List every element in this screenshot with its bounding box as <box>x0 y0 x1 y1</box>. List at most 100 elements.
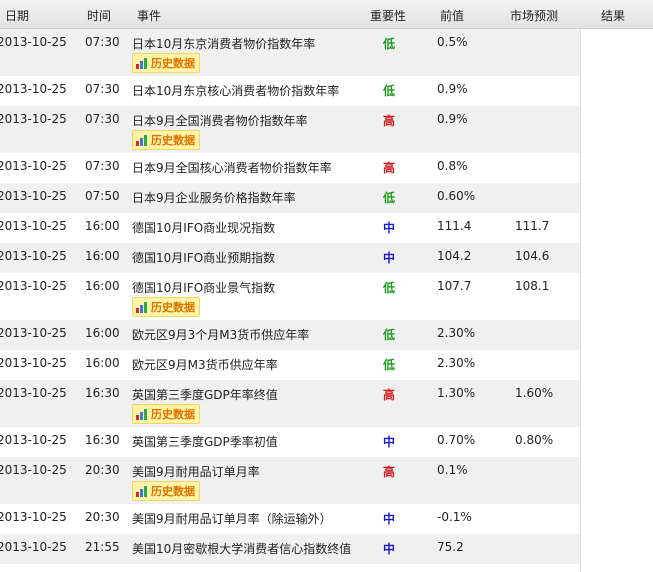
header-result: 结果 <box>601 9 626 23</box>
header-date: 日期 <box>5 9 30 23</box>
row-importance: 高 <box>383 465 396 479</box>
bar-chart-icon <box>136 485 147 497</box>
row-event: 德国10月IFO商业景气指数 <box>132 281 276 295</box>
row-time: 16:00 <box>85 219 120 233</box>
row-forecast: 108.1 <box>515 279 550 293</box>
row-event: 日本9月企业服务价格指数年率 <box>132 191 296 205</box>
header-time: 时间 <box>87 9 112 23</box>
row-forecast: 1.60% <box>515 386 554 400</box>
row-previous: 0.9% <box>437 82 468 96</box>
row-date: 2013-10-25 <box>0 540 67 554</box>
row-previous: 0.5% <box>437 35 468 49</box>
history-data-label: 历史数据 <box>151 134 195 147</box>
row-previous: 0.8% <box>437 159 468 173</box>
row-previous: 75.2 <box>437 540 464 554</box>
row-importance: 低 <box>383 328 396 342</box>
table-row: 2013-10-25 16:00 欧元区9月3个月M3货币供应年率 低 2.30% <box>0 320 653 350</box>
row-importance: 高 <box>383 161 396 175</box>
history-data-label: 历史数据 <box>151 485 195 498</box>
table-body: 2013-10-25 07:30 日本10月东京消费者物价指数年率低 0.5% 历史数据… <box>0 29 653 564</box>
row-previous: 0.9% <box>437 112 468 126</box>
history-data-button[interactable]: 历史数据 <box>132 404 200 424</box>
row-previous: 1.30% <box>437 386 476 400</box>
row-importance: 低 <box>383 281 396 295</box>
row-forecast: 104.6 <box>515 249 550 263</box>
row-date: 2013-10-25 <box>0 463 67 477</box>
row-importance: 低 <box>383 37 396 51</box>
row-time: 07:30 <box>85 159 120 173</box>
row-event: 美国9月耐用品订单月率 <box>132 465 260 479</box>
table-header: 日期 时间 事件 重要性 前值 市场预测 结果 <box>0 0 653 29</box>
table-row: 2013-10-25 16:30 英国第三季度GDP年率终值 高 1.30% 1.60% 历… <box>0 380 653 427</box>
row-time: 20:30 <box>85 463 120 477</box>
history-data-button[interactable]: 历史数据 <box>132 130 200 150</box>
row-event: 英国第三季度GDP年率终值 <box>132 388 278 402</box>
row-date: 2013-10-25 <box>0 356 67 370</box>
row-time: 16:00 <box>85 326 120 340</box>
row-time: 07:30 <box>85 35 120 49</box>
table-row: 2013-10-25 16:00 德国10月IFO商业现况指数 中 111.4 111.7 <box>0 213 653 243</box>
row-forecast: 111.7 <box>515 219 550 233</box>
row-time: 16:00 <box>85 279 120 293</box>
row-date: 2013-10-25 <box>0 386 67 400</box>
history-data-button[interactable]: 历史数据 <box>132 481 200 501</box>
column-divider <box>580 29 581 572</box>
row-time: 16:30 <box>85 433 120 447</box>
row-time: 07:50 <box>85 189 120 203</box>
bar-chart-icon <box>136 408 147 420</box>
row-date: 2013-10-25 <box>0 219 67 233</box>
header-importance: 重要性 <box>370 9 407 23</box>
row-time: 07:30 <box>85 112 120 126</box>
row-event: 德国10月IFO商业现况指数 <box>132 221 276 235</box>
table-row: 2013-10-25 16:00 欧元区9月M3货币供应年率 低 2.30% <box>0 350 653 380</box>
row-forecast: 0.80% <box>515 433 554 447</box>
row-time: 07:30 <box>85 82 120 96</box>
row-importance: 低 <box>383 191 396 205</box>
row-date: 2013-10-25 <box>0 279 67 293</box>
economic-calendar: 日期 时间 事件 重要性 前值 市场预测 结果 2013-10-25 07:30 日… <box>0 0 653 572</box>
table-row: 2013-10-25 16:00 德国10月IFO商业预期指数 中 104.2 104.6 <box>0 243 653 273</box>
bar-chart-icon <box>136 134 147 146</box>
table-row: 2013-10-25 07:50 日本9月企业服务价格指数年率 低 0.60% <box>0 183 653 213</box>
row-event: 德国10月IFO商业预期指数 <box>132 251 276 265</box>
history-data-label: 历史数据 <box>151 57 195 70</box>
row-event: 日本10月东京核心消费者物价指数年率 <box>132 84 340 98</box>
history-data-button[interactable]: 历史数据 <box>132 53 200 73</box>
table-row: 2013-10-25 16:30 英国第三季度GDP季率初值 中 0.70% 0.80% <box>0 427 653 457</box>
table-row: 2013-10-25 07:30 日本9月全国消费者物价指数年率 高 0.9% 历史数据 <box>0 106 653 153</box>
row-event: 英国第三季度GDP季率初值 <box>132 435 278 449</box>
table-row: 2013-10-25 16:00 德国10月IFO商业景气指数 低 107.7 108.1… <box>0 273 653 320</box>
row-previous: 104.2 <box>437 249 472 263</box>
table-row: 2013-10-25 07:30 日本10月东京消费者物价指数年率 低 0.5% 历史数据 <box>0 29 653 76</box>
row-previous: -0.1% <box>437 510 472 524</box>
history-data-label: 历史数据 <box>151 301 195 314</box>
row-previous: 0.1% <box>437 463 468 477</box>
row-date: 2013-10-25 <box>0 510 67 524</box>
row-event: 日本10月东京消费者物价指数年率 <box>132 37 316 51</box>
header-event: 事件 <box>137 9 162 23</box>
row-date: 2013-10-25 <box>0 112 67 126</box>
table-row: 2013-10-25 20:30 美国9月耐用品订单月率（除运输外） 中 -0.1% <box>0 504 653 534</box>
bar-chart-icon <box>136 57 147 69</box>
row-importance: 高 <box>383 388 396 402</box>
row-time: 16:00 <box>85 249 120 263</box>
row-importance: 中 <box>383 512 396 526</box>
row-event: 日本9月全国核心消费者物价指数年率 <box>132 161 332 175</box>
row-importance: 低 <box>383 84 396 98</box>
history-data-button[interactable]: 历史数据 <box>132 297 200 317</box>
row-previous: 107.7 <box>437 279 472 293</box>
row-date: 2013-10-25 <box>0 159 67 173</box>
row-previous: 111.4 <box>437 219 472 233</box>
row-date: 2013-10-25 <box>0 326 67 340</box>
row-importance: 中 <box>383 542 396 556</box>
row-date: 2013-10-25 <box>0 82 67 96</box>
row-time: 21:55 <box>85 540 120 554</box>
row-event: 欧元区9月3个月M3货币供应年率 <box>132 328 310 342</box>
row-time: 16:30 <box>85 386 120 400</box>
row-date: 2013-10-25 <box>0 35 67 49</box>
row-importance: 高 <box>383 114 396 128</box>
table-row: 2013-10-25 21:55 美国10月密歇根大学消费者信心指数终值 中 75.2 <box>0 534 653 564</box>
row-previous: 2.30% <box>437 326 476 340</box>
row-importance: 中 <box>383 251 396 265</box>
bar-chart-icon <box>136 301 147 313</box>
